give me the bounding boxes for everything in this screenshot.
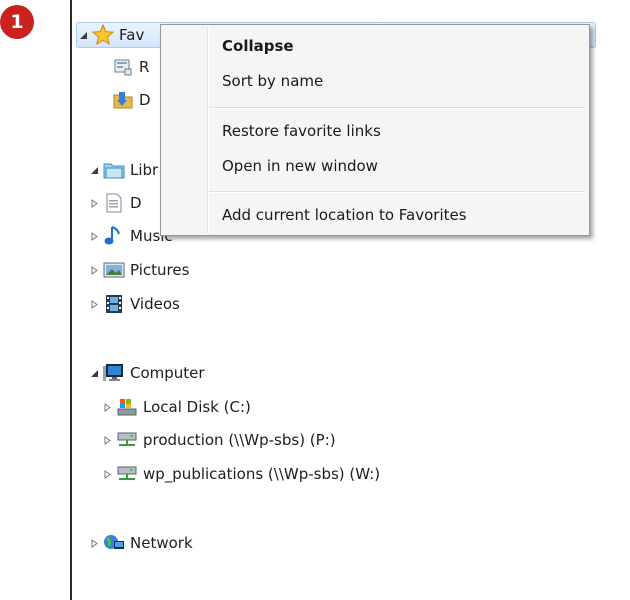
tree-item-wp-publications-drive[interactable]: wp_publications (\\Wp-sbs) (W:) (101, 461, 380, 487)
libraries-icon (103, 159, 125, 181)
tree-item-label: Pictures (130, 261, 190, 279)
tree-item-label: Computer (130, 364, 205, 382)
tree-item-network[interactable]: Network (88, 530, 193, 556)
collapsed-arrow-icon[interactable] (88, 535, 100, 551)
tree-item-label: D (130, 194, 142, 212)
menu-item-collapse[interactable]: Collapse (222, 32, 294, 60)
tree-item-label: Fav (119, 26, 145, 44)
expanded-arrow-icon[interactable] (88, 162, 100, 178)
tree-item-label: Local Disk (C:) (143, 398, 251, 416)
music-note-icon (103, 225, 125, 247)
expanded-arrow-icon[interactable] (77, 27, 89, 43)
collapsed-arrow-icon[interactable] (101, 432, 113, 448)
network-drive-icon (116, 463, 138, 485)
tree-item-local-disk[interactable]: Local Disk (C:) (101, 394, 251, 420)
tree-item-label: D (139, 91, 151, 109)
tree-item-videos[interactable]: Videos (88, 291, 180, 317)
documents-icon (103, 192, 125, 214)
tree-item-label: wp_publications (\\Wp-sbs) (W:) (143, 465, 381, 483)
menu-item-restore-favorite-links[interactable]: Restore favorite links (222, 117, 381, 145)
network-drive-icon (116, 429, 138, 451)
tree-item-label: R (139, 58, 150, 76)
menu-icon-gutter (207, 27, 209, 233)
star-icon (92, 24, 114, 46)
local-disk-icon (116, 396, 138, 418)
film-strip-icon (103, 293, 125, 315)
network-globe-icon (103, 532, 125, 554)
collapsed-arrow-icon[interactable] (88, 296, 100, 312)
computer-icon (103, 362, 125, 384)
menu-separator (209, 191, 585, 193)
tree-item-label: Network (130, 534, 193, 552)
tree-item-computer[interactable]: Computer (88, 360, 205, 386)
screenshot: 1 Fav R D Libr D Music Pictures Videos C… (0, 0, 630, 600)
step-badge: 1 (0, 5, 34, 39)
expanded-arrow-icon[interactable] (88, 365, 100, 381)
collapsed-arrow-icon[interactable] (88, 262, 100, 278)
collapsed-arrow-icon[interactable] (101, 399, 113, 415)
menu-item-sort-by-name[interactable]: Sort by name (222, 67, 323, 95)
downloads-folder-icon (112, 89, 134, 111)
menu-separator (209, 107, 585, 109)
tree-item-documents[interactable]: D (88, 190, 142, 216)
menu-item-open-in-new-window[interactable]: Open in new window (222, 152, 378, 180)
tree-item-libraries[interactable]: Libr (88, 157, 158, 183)
pictures-icon (103, 259, 125, 281)
context-menu: Collapse Sort by name Restore favorite l… (160, 24, 590, 236)
tree-item-downloads[interactable]: D (112, 87, 151, 113)
tree-item-label: Videos (130, 295, 180, 313)
recent-places-icon (112, 56, 134, 78)
tree-item-recent-places[interactable]: R (112, 54, 149, 80)
tree-item-label: Libr (130, 161, 159, 179)
tree-item-production-drive[interactable]: production (\\Wp-sbs) (P:) (101, 427, 336, 453)
collapsed-arrow-icon[interactable] (88, 195, 100, 211)
menu-item-add-current-location-to-favorites[interactable]: Add current location to Favorites (222, 201, 467, 229)
collapsed-arrow-icon[interactable] (88, 228, 100, 244)
tree-item-pictures[interactable]: Pictures (88, 257, 189, 283)
tree-item-label: production (\\Wp-sbs) (P:) (143, 431, 336, 449)
collapsed-arrow-icon[interactable] (101, 466, 113, 482)
